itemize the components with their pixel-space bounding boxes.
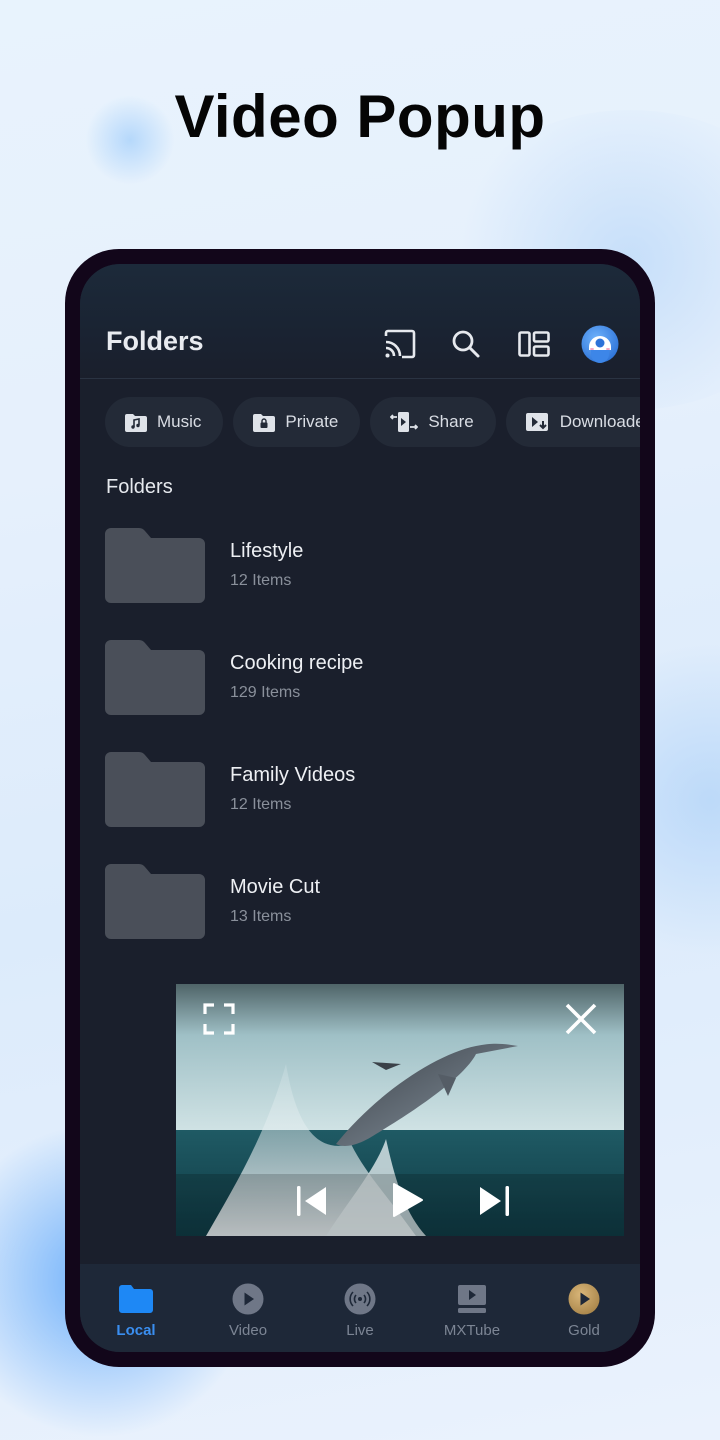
search-icon xyxy=(452,330,480,358)
close-icon xyxy=(565,1003,597,1035)
play-circle-icon xyxy=(232,1283,264,1315)
folder-item-count: 13 Items xyxy=(230,908,292,925)
page-title: Folders xyxy=(106,326,204,356)
folder-thumbnail-icon xyxy=(105,528,205,603)
nav-tab-live[interactable]: Live xyxy=(310,1282,410,1339)
search-button[interactable] xyxy=(446,324,486,364)
video-popup-player[interactable] xyxy=(176,984,624,1236)
folder-item-count: 12 Items xyxy=(230,572,292,589)
nav-label: Gold xyxy=(568,1322,600,1339)
avatar[interactable] xyxy=(580,324,620,364)
chip-label: Music xyxy=(157,412,202,431)
fullscreen-button[interactable] xyxy=(202,1002,236,1036)
quick-access-chips: Music Private Share Download xyxy=(105,397,640,447)
chip-downloaded[interactable]: Downloaded xyxy=(505,397,640,447)
chip-share[interactable]: Share xyxy=(370,397,496,447)
layout-icon xyxy=(518,331,550,357)
broadcast-icon xyxy=(344,1283,376,1315)
nav-label: Local xyxy=(116,1322,156,1339)
next-button[interactable] xyxy=(476,1182,514,1220)
folder-icon xyxy=(119,1285,153,1313)
folder-thumbnail-icon xyxy=(105,640,205,715)
cast-icon xyxy=(384,329,416,359)
avatar-icon xyxy=(581,325,619,363)
folder-list-item[interactable]: Lifestyle 12 Items xyxy=(105,528,615,608)
folder-name: Family Videos xyxy=(230,764,356,786)
app-bar: Folders xyxy=(80,314,640,378)
chip-label: Private xyxy=(285,412,339,431)
nav-label: MXTube xyxy=(443,1322,501,1339)
cast-button[interactable] xyxy=(380,324,420,364)
folder-thumbnail-icon xyxy=(105,752,205,827)
nav-tab-mxtube[interactable]: MXTube xyxy=(422,1282,522,1339)
folder-thumbnail-icon xyxy=(105,864,205,939)
next-icon xyxy=(480,1186,509,1216)
chip-music[interactable]: Music xyxy=(105,397,224,447)
video-screen-icon xyxy=(458,1285,486,1313)
folder-list-item[interactable]: Family Videos 12 Items xyxy=(105,752,615,832)
music-folder-icon xyxy=(125,413,147,432)
nav-tab-local[interactable]: Local xyxy=(86,1282,186,1339)
lock-folder-icon xyxy=(253,413,276,432)
share-transfer-icon xyxy=(390,412,419,432)
chip-label: Downloaded xyxy=(559,412,640,431)
folder-list-item[interactable]: Cooking recipe 129 Items xyxy=(105,640,615,720)
nav-tab-gold[interactable]: Gold xyxy=(534,1282,634,1339)
chip-label: Share xyxy=(428,412,474,431)
play-button[interactable] xyxy=(388,1180,428,1220)
folder-name: Movie Cut xyxy=(230,876,321,898)
previous-button[interactable] xyxy=(292,1182,330,1220)
nav-tab-video[interactable]: Video xyxy=(198,1282,298,1339)
close-button[interactable] xyxy=(564,1002,598,1036)
folder-list-item[interactable]: Movie Cut 13 Items xyxy=(105,864,615,944)
layout-button[interactable] xyxy=(514,324,554,364)
gold-play-icon xyxy=(568,1283,600,1315)
folder-item-count: 12 Items xyxy=(230,796,292,813)
folder-name: Lifestyle xyxy=(230,540,304,562)
bottom-navigation: Local Video Live MXTube Gold xyxy=(80,1264,640,1352)
fullscreen-icon xyxy=(203,1003,235,1035)
divider xyxy=(80,378,640,379)
nav-label: Live xyxy=(346,1322,374,1339)
folder-item-count: 129 Items xyxy=(230,684,301,701)
folder-name: Cooking recipe xyxy=(230,652,364,674)
promo-headline: Video Popup xyxy=(174,83,546,150)
previous-icon xyxy=(297,1186,326,1216)
app-screen: Folders Music Private Share Download Fol… xyxy=(80,264,640,1352)
section-heading: Folders xyxy=(106,476,173,498)
play-icon xyxy=(393,1183,423,1217)
chip-private[interactable]: Private xyxy=(233,397,361,447)
download-video-icon xyxy=(525,412,548,431)
nav-label: Video xyxy=(228,1322,268,1339)
